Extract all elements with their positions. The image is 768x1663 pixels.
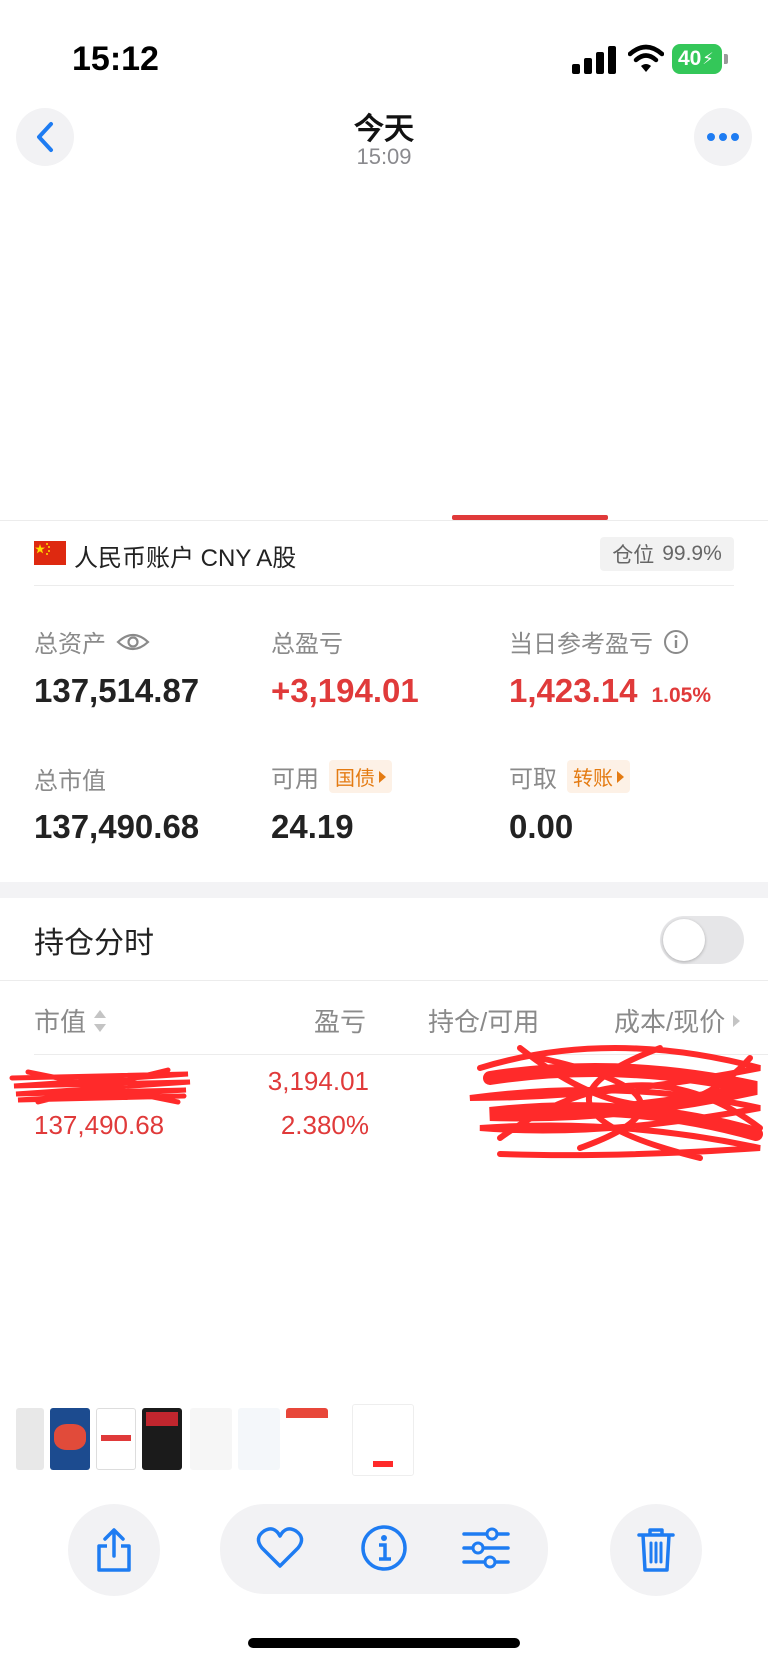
position-badge: 仓位 99.9%: [600, 537, 734, 571]
available-label: 可用: [271, 766, 319, 793]
more-icon: [707, 133, 739, 141]
col-cost-price-label: 成本/现价: [614, 1007, 726, 1037]
account-name[interactable]: 人民币账户 CNY A股: [74, 538, 296, 573]
thumbnail[interactable]: [238, 1408, 280, 1470]
daily-pl-header: 当日参考盈亏: [509, 624, 689, 659]
toolbar-center-pill: [220, 1504, 548, 1594]
wifi-icon: [627, 44, 665, 74]
home-indicator[interactable]: [248, 1638, 520, 1648]
holdings-toggle[interactable]: [660, 916, 744, 964]
china-flag-icon: [34, 541, 66, 565]
withdrawable-header: 可取 转账: [509, 759, 630, 794]
nav-subtitle: 15:09: [356, 144, 412, 169]
transfer-tag[interactable]: 转账: [567, 760, 630, 793]
heart-icon: [256, 1527, 304, 1568]
row-pl: 3,194.01: [267, 1066, 369, 1096]
market-value: 137,490.68: [34, 808, 200, 845]
redaction-scribble-right: [469, 1045, 763, 1161]
eye-icon[interactable]: [116, 631, 150, 653]
withdrawable-value: 0.00: [509, 808, 574, 845]
info-circle-icon: [361, 1525, 407, 1571]
redaction-scribble: [9, 1067, 191, 1105]
treasury-bond-text: 国债: [335, 768, 375, 790]
thumbnail[interactable]: [50, 1408, 90, 1470]
col-market-value[interactable]: 市值: [34, 1002, 108, 1039]
thumbnail[interactable]: [286, 1408, 328, 1470]
divider: [0, 520, 768, 521]
divider: [0, 980, 768, 981]
total-assets-header: 总资产: [34, 624, 150, 659]
position-label: 仓位: [612, 544, 655, 567]
col-cost-price[interactable]: 成本/现价: [614, 1002, 741, 1039]
col-holding-available[interactable]: 持仓/可用: [428, 1002, 539, 1039]
total-pl-value: +3,194.01: [271, 672, 419, 709]
battery-level: 40: [678, 47, 702, 70]
withdrawable-label: 可取: [509, 766, 557, 793]
favorite-button[interactable]: [256, 1526, 304, 1575]
total-pl-label: 总盈亏: [271, 631, 343, 658]
share-button[interactable]: [68, 1504, 160, 1596]
info-button[interactable]: [360, 1524, 408, 1577]
trash-icon: [637, 1528, 675, 1572]
divider: [34, 585, 734, 586]
total-assets-label: 总资产: [34, 631, 106, 658]
available-value: 24.19: [271, 808, 354, 845]
sort-icon: [94, 1009, 107, 1032]
section-gap: [0, 882, 768, 898]
daily-pl-value: 1,423.14: [509, 672, 638, 709]
daily-pl-pct: 1.05%: [651, 684, 712, 707]
signal-icon: [572, 46, 616, 74]
adjust-icon: [462, 1527, 510, 1569]
thumbnail[interactable]: [96, 1408, 136, 1470]
col-market-value-label: 市值: [34, 1007, 87, 1037]
status-bar: 15:12 40 ⚡: [0, 0, 768, 100]
delete-button[interactable]: [610, 1504, 702, 1596]
adjust-button[interactable]: [462, 1526, 510, 1575]
thumbnail-current[interactable]: [352, 1404, 414, 1476]
col-pl[interactable]: 盈亏: [314, 1002, 366, 1039]
market-value-label: 总市值: [34, 768, 106, 795]
chevron-right-icon: [733, 1014, 741, 1027]
position-value: 99.9%: [662, 542, 722, 565]
table-row[interactable]: 137,490.68 3,194.01 2.380%: [0, 1045, 768, 1161]
status-time: 15:12: [72, 40, 159, 78]
row-pl-pct: 2.380%: [280, 1110, 369, 1140]
share-icon: [97, 1528, 131, 1572]
transfer-text: 转账: [573, 768, 613, 790]
daily-pl-label: 当日参考盈亏: [509, 631, 653, 658]
thumbnail[interactable]: [142, 1408, 182, 1470]
daily-pl: 1,423.14 1.05%: [509, 672, 711, 710]
available-header: 可用 国债: [271, 759, 392, 794]
total-assets-value: 137,514.87: [34, 672, 200, 709]
info-icon[interactable]: [663, 629, 689, 655]
thumbnail[interactable]: [16, 1408, 44, 1470]
holdings-section-title: 持仓分时: [34, 927, 154, 960]
nav-title: 今天: [354, 113, 414, 146]
treasury-bond-tag[interactable]: 国债: [329, 760, 392, 793]
thumbnail[interactable]: [190, 1408, 232, 1470]
more-button[interactable]: [694, 108, 752, 166]
row-market-value: 137,490.68: [34, 1110, 165, 1140]
toggle-knob: [663, 919, 705, 961]
battery-icon: 40 ⚡: [672, 44, 728, 74]
